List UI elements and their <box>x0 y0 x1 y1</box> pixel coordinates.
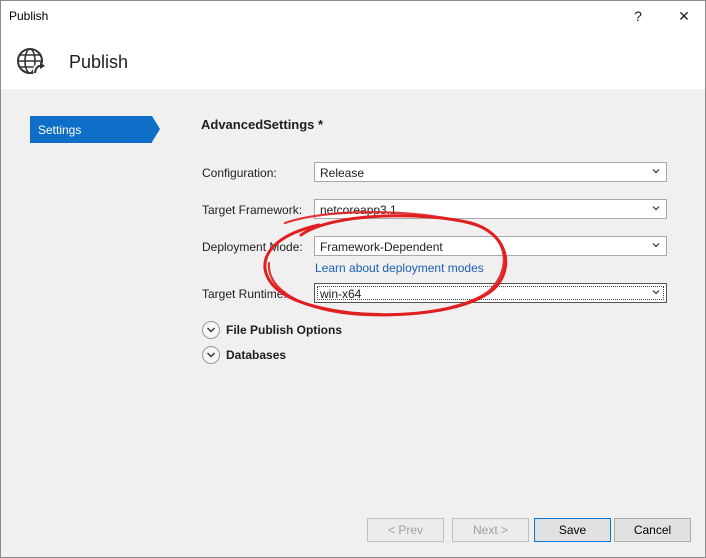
globe-upload-icon <box>17 48 47 77</box>
expander-label: File Publish Options <box>226 323 343 337</box>
chevron-down-icon <box>652 243 660 248</box>
page-title: Publish <box>69 52 129 72</box>
databases-expander[interactable]: Databases <box>202 346 502 366</box>
learn-deployment-modes-link[interactable]: Learn about deployment modes <box>315 261 484 275</box>
prev-button[interactable]: < Prev <box>367 518 444 542</box>
deployment-mode-select[interactable]: Framework-Dependent <box>314 236 667 256</box>
next-button[interactable]: Next > <box>452 518 529 542</box>
target-framework-value: netcoreapp3.1 <box>320 203 397 217</box>
close-button[interactable]: ✕ <box>671 5 697 27</box>
section-title: AdvancedSettings * <box>201 117 324 132</box>
target-framework-select[interactable]: netcoreapp3.1 <box>314 199 667 219</box>
chevron-down-icon <box>652 206 660 211</box>
help-button[interactable]: ? <box>625 5 651 27</box>
title-bar: Publish ? ✕ <box>1 1 705 31</box>
dialog-header: Publish <box>1 31 705 89</box>
configuration-label: Configuration: <box>202 166 277 180</box>
chevron-down-icon <box>652 169 660 174</box>
configuration-select[interactable]: Release <box>314 162 667 182</box>
publish-dialog: Publish ? ✕ Publish Settings AdvancedSet… <box>0 0 706 558</box>
target-runtime-select[interactable]: win-x64 <box>314 283 667 303</box>
target-runtime-label: Target Runtime: <box>202 287 287 301</box>
target-framework-label: Target Framework: <box>202 203 303 217</box>
focus-rect <box>317 286 664 300</box>
configuration-value: Release <box>320 166 365 180</box>
expander-label: Databases <box>226 348 287 362</box>
cancel-button[interactable]: Cancel <box>614 518 691 542</box>
expand-chevron-icon[interactable] <box>202 321 220 339</box>
save-button[interactable]: Save <box>534 518 611 542</box>
deployment-mode-label: Deployment Mode: <box>202 240 303 254</box>
target-runtime-value: win-x64 <box>320 287 362 301</box>
sidebar-item-settings[interactable]: Settings <box>30 116 160 143</box>
selected-indicator <box>152 116 160 142</box>
sidebar-item-label: Settings <box>38 123 82 137</box>
expand-chevron-icon[interactable] <box>202 346 220 364</box>
chevron-down-icon <box>652 290 660 295</box>
window-title: Publish <box>9 9 49 23</box>
file-publish-options-expander[interactable]: File Publish Options <box>202 321 502 341</box>
deployment-mode-value: Framework-Dependent <box>320 240 443 254</box>
